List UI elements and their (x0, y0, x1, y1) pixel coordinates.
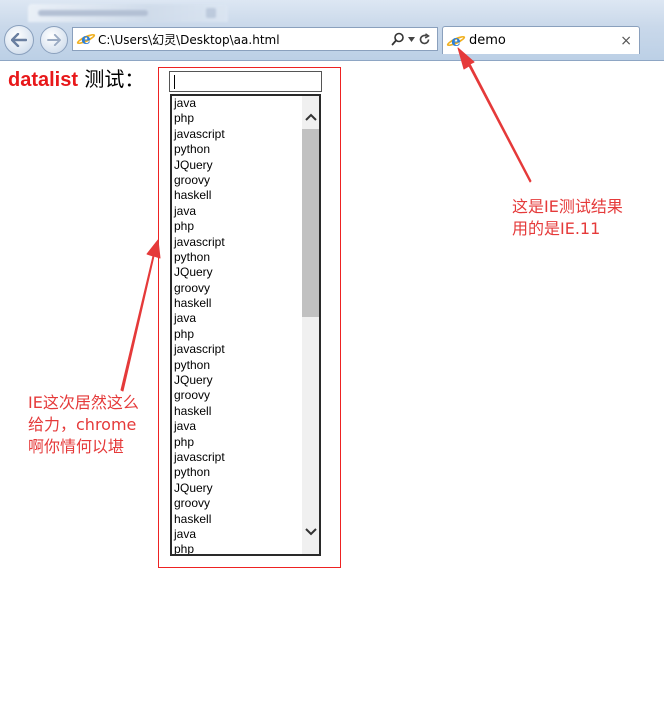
search-icon[interactable] (391, 32, 405, 46)
scroll-down-button[interactable] (302, 523, 319, 540)
blurred-close-icon (206, 8, 216, 18)
list-item[interactable]: haskell (174, 512, 302, 527)
list-item[interactable]: haskell (174, 188, 302, 203)
list-item[interactable]: groovy (174, 496, 302, 511)
annotation-right: 这是IE测试结果 用的是IE.11 (512, 196, 652, 240)
label-text: 测试： (84, 67, 145, 91)
list-item[interactable]: javascript (174, 235, 302, 250)
list-item[interactable]: groovy (174, 388, 302, 403)
annotation-left-line: 给力，chrome (28, 415, 137, 434)
ie-tab-icon: e (445, 33, 467, 49)
dropdown-arrow-icon[interactable] (408, 36, 415, 42)
list-item[interactable]: php (174, 111, 302, 126)
text-caret (174, 75, 175, 89)
forward-button[interactable] (40, 26, 68, 54)
annotation-left-line: IE这次居然这么 (28, 393, 139, 412)
list-item[interactable]: java (174, 527, 302, 542)
list-item[interactable]: java (174, 311, 302, 326)
blurred-window-title (28, 4, 228, 22)
arrow-left (120, 239, 161, 392)
back-arrow-icon (11, 33, 27, 47)
option-list: java php javascript python JQuery groovy haske… (174, 96, 302, 554)
list-item[interactable]: java (174, 419, 302, 434)
datalist-label: datalist 测试： (8, 67, 144, 92)
list-item[interactable]: groovy (174, 281, 302, 296)
chevron-up-icon (304, 113, 317, 121)
arrow-right (457, 47, 532, 183)
scroll-up-button[interactable] (302, 108, 319, 125)
scrollbar[interactable] (302, 96, 319, 554)
annotation-right-line: 这是IE测试结果 (512, 197, 623, 216)
tab-demo[interactable]: e demo × (442, 26, 640, 54)
list-item[interactable]: javascript (174, 450, 302, 465)
list-item[interactable]: python (174, 465, 302, 480)
list-item[interactable]: JQuery (174, 265, 302, 280)
list-item[interactable]: JQuery (174, 373, 302, 388)
list-item[interactable]: javascript (174, 342, 302, 357)
list-item[interactable]: java (174, 96, 302, 111)
annotation-left-line: 啊你情何以堪 (28, 437, 125, 456)
annotation-right-line: 用的是IE.11 (512, 219, 601, 238)
ie-page-icon: e (75, 31, 97, 47)
list-item[interactable]: groovy (174, 173, 302, 188)
close-icon[interactable]: × (620, 33, 639, 49)
list-item[interactable]: php (174, 435, 302, 450)
list-item[interactable]: java (174, 204, 302, 219)
list-item[interactable]: JQuery (174, 481, 302, 496)
annotation-left: IE这次居然这么 给力，chrome 啊你情何以堪 (28, 392, 163, 458)
list-item[interactable]: javascript (174, 127, 302, 142)
blurred-title-text (38, 10, 148, 16)
address-text[interactable]: C:\Users\幻灵\Desktop\aa.html (98, 31, 391, 48)
forward-arrow-icon (47, 34, 61, 46)
chevron-down-icon (304, 527, 317, 535)
datalist-input[interactable] (169, 71, 322, 92)
list-item[interactable]: python (174, 358, 302, 373)
list-item[interactable]: JQuery (174, 158, 302, 173)
label-keyword: datalist (8, 69, 79, 91)
list-item[interactable]: php (174, 327, 302, 342)
list-item[interactable]: php (174, 542, 302, 554)
datalist-dropdown[interactable]: java php javascript python JQuery groovy haske… (170, 94, 321, 556)
list-item[interactable]: haskell (174, 404, 302, 419)
scroll-thumb[interactable] (302, 129, 319, 317)
browser-toolbar: e C:\Users\幻灵\Desktop\aa.html e demo × (0, 0, 664, 61)
tab-title: demo (469, 33, 506, 48)
list-item[interactable]: php (174, 219, 302, 234)
address-bar[interactable]: e C:\Users\幻灵\Desktop\aa.html (72, 27, 438, 51)
list-item[interactable]: haskell (174, 296, 302, 311)
back-button[interactable] (4, 25, 34, 55)
list-item[interactable]: python (174, 142, 302, 157)
refresh-icon[interactable] (418, 32, 431, 46)
list-item[interactable]: python (174, 250, 302, 265)
